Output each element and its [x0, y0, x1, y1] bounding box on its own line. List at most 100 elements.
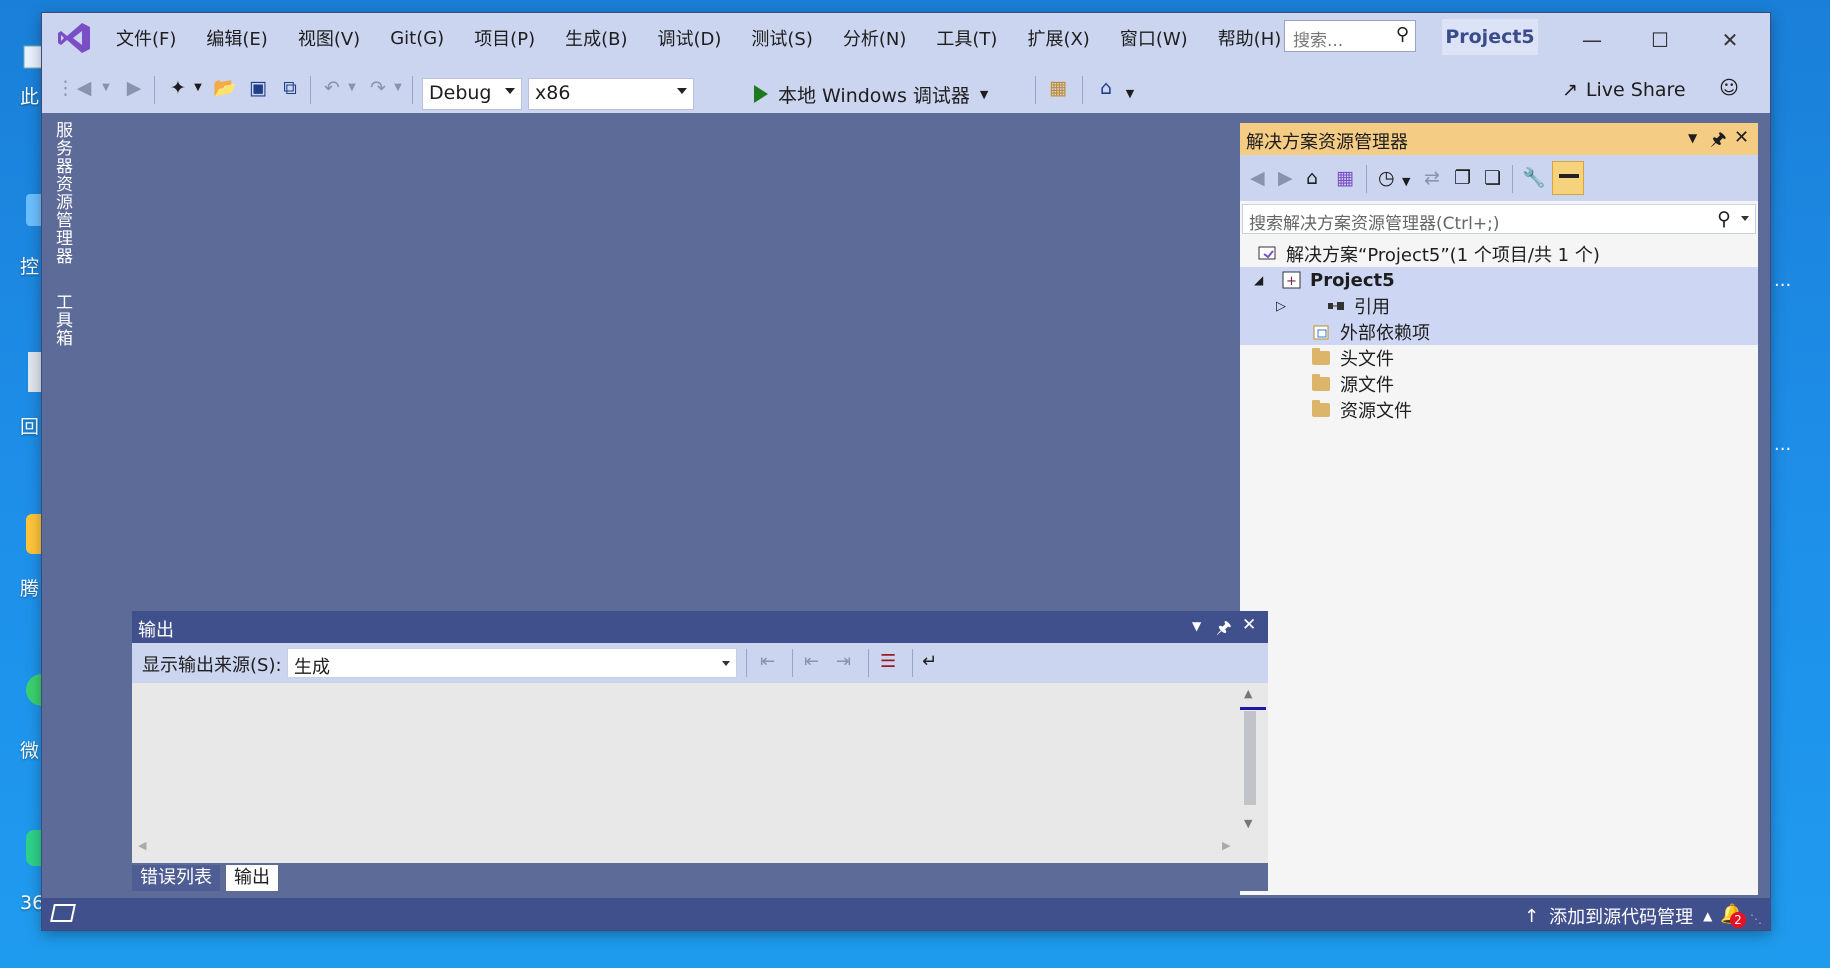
menu-project[interactable]: 项目(P)	[460, 25, 551, 51]
toolbar-separator	[412, 76, 413, 104]
menu-edit[interactable]: 编辑(E)	[192, 25, 283, 51]
toolbar-separator	[1082, 76, 1083, 104]
undo-dropdown-icon[interactable]: ▼	[346, 75, 358, 101]
ready-state-icon[interactable]	[50, 904, 76, 922]
tree-node-solution[interactable]: 解决方案“Project5”(1 个项目/共 1 个)	[1240, 241, 1758, 267]
notifications-button[interactable]: 🔔 2	[1720, 902, 1746, 928]
menu-tools[interactable]: 工具(T)	[922, 25, 1013, 51]
close-icon[interactable]: ✕	[1734, 127, 1749, 148]
desktop-right-mark: ...	[1774, 434, 1792, 455]
tab-output[interactable]: 输出	[226, 865, 278, 891]
pin-icon[interactable]: 🖈	[1216, 615, 1232, 644]
search-icon: ⚲	[1717, 208, 1731, 230]
chevron-down-icon[interactable]: ▼	[980, 88, 988, 101]
toolbar-overflow-icon[interactable]: ▼	[1124, 81, 1136, 107]
tree-node-external-dependencies[interactable]: 外部依赖项	[1240, 319, 1758, 345]
filter-dropdown-icon[interactable]: ▼	[1402, 169, 1410, 195]
new-project-dropdown-icon[interactable]: ▼	[192, 75, 204, 101]
show-all-files-icon[interactable]: ❏	[1484, 165, 1501, 191]
expanded-triangle-icon[interactable]: ◢	[1240, 273, 1282, 287]
window-position-dropdown-icon[interactable]: ▼	[1688, 131, 1697, 145]
scroll-up-icon[interactable]: ▲	[1244, 687, 1252, 700]
navigate-back-icon[interactable]: ◀	[72, 75, 96, 101]
side-tab-toolbox[interactable]: 工具箱	[50, 293, 75, 347]
tree-node-project[interactable]: ◢ + Project5	[1240, 267, 1758, 293]
go-to-next-message-icon[interactable]: ⇥	[836, 649, 851, 675]
pending-changes-filter-icon[interactable]: ◷	[1378, 165, 1395, 191]
live-share-button[interactable]: ↗ Live Share	[1562, 79, 1686, 101]
menu-extensions[interactable]: 扩展(X)	[1013, 25, 1105, 51]
collapse-all-icon[interactable]: ❐	[1454, 165, 1471, 191]
tree-node-source-files[interactable]: 源文件	[1240, 371, 1758, 397]
solution-configuration-select[interactable]: Debug	[422, 78, 522, 110]
grip-icon[interactable]: ⋮	[56, 75, 75, 101]
undo-icon[interactable]: ↶	[320, 75, 344, 101]
scroll-right-icon[interactable]: ▶	[1222, 839, 1230, 852]
navigate-forward-icon[interactable]: ▶	[122, 75, 146, 101]
scrollbar-thumb[interactable]	[1244, 711, 1256, 805]
find-message-in-code-icon[interactable]: ⇤	[760, 649, 775, 675]
open-file-icon[interactable]: 📂	[212, 75, 238, 101]
menu-build[interactable]: 生成(B)	[551, 25, 643, 51]
pin-icon[interactable]: 🖈	[1710, 127, 1727, 157]
minimize-button[interactable]: —	[1577, 25, 1607, 55]
solution-platform-select[interactable]: x86	[528, 78, 694, 110]
output-text-area[interactable]: ▲ ▼ ◀ ▶	[132, 683, 1268, 863]
new-project-icon[interactable]: ✦	[166, 75, 190, 101]
side-tab-server-explorer[interactable]: 服务器资源管理器	[50, 121, 75, 265]
find-in-files-icon[interactable]: ▦	[1044, 75, 1072, 101]
tree-node-references[interactable]: ▷ 引用	[1240, 293, 1758, 319]
feedback-person-icon[interactable]: ☺	[1716, 75, 1742, 101]
go-to-previous-message-icon[interactable]: ⇤	[804, 649, 819, 675]
save-icon[interactable]: ▣	[246, 75, 270, 101]
desktop-label: 微	[20, 740, 40, 762]
output-source-select[interactable]: 生成	[287, 648, 737, 678]
menu-window[interactable]: 窗口(W)	[1106, 25, 1204, 51]
horizontal-scrollbar[interactable]: ◀ ▶	[132, 839, 1242, 855]
browser-link-icon[interactable]: ⌂	[1092, 75, 1120, 101]
tree-node-header-files[interactable]: 头文件	[1240, 345, 1758, 371]
folder-icon	[1312, 374, 1330, 391]
menu-test[interactable]: 测试(S)	[737, 25, 828, 51]
solution-explorer-search-input[interactable]: 搜索解决方案资源管理器(Ctrl+;) ⚲	[1242, 204, 1756, 234]
preview-selected-items-button[interactable]	[1552, 161, 1584, 195]
redo-icon[interactable]: ↷	[366, 75, 390, 101]
maximize-button[interactable]: ☐	[1645, 25, 1675, 55]
tree-node-resource-files[interactable]: 资源文件	[1240, 397, 1758, 423]
global-search-input[interactable]: 搜索... ⚲	[1284, 20, 1416, 52]
visual-studio-logo-icon[interactable]	[57, 21, 91, 55]
window-position-dropdown-icon[interactable]: ▼	[1192, 619, 1201, 633]
back-icon[interactable]: ◀	[1250, 165, 1265, 191]
resize-grip-icon[interactable]: ⋱	[1750, 912, 1762, 926]
scroll-down-icon[interactable]: ▼	[1244, 817, 1252, 830]
output-panel: 输出 ▼ 🖈 ✕ 显示输出来源(S): 生成 ⇤ ⇤ ⇥ ☰ ↵ ▲ ▼ ◀ ▶…	[132, 611, 1268, 891]
forward-icon[interactable]: ▶	[1278, 165, 1293, 191]
menu-file[interactable]: 文件(F)	[102, 25, 192, 51]
close-icon[interactable]: ✕	[1242, 615, 1256, 635]
output-toolbar: 显示输出来源(S): 生成 ⇤ ⇤ ⇥ ☰ ↵	[132, 643, 1268, 683]
tab-error-list[interactable]: 错误列表	[132, 865, 220, 891]
menu-debug[interactable]: 调试(D)	[644, 25, 738, 51]
sync-with-document-icon[interactable]: ⇄	[1424, 165, 1440, 191]
title-bar: 文件(F) 编辑(E) 视图(V) Git(G) 项目(P) 生成(B) 调试(…	[42, 13, 1770, 63]
save-all-icon[interactable]: ⧉	[278, 75, 302, 101]
navigate-back-dropdown-icon[interactable]: ▼	[100, 75, 112, 101]
caret-marker	[1240, 707, 1266, 710]
tree-node-label: 引用	[1354, 297, 1390, 318]
clear-all-icon[interactable]: ☰	[880, 649, 896, 675]
source-control-button[interactable]: ↑ 添加到源代码管理 ▲	[1524, 903, 1712, 929]
redo-dropdown-icon[interactable]: ▼	[392, 75, 404, 101]
menu-view[interactable]: 视图(V)	[284, 25, 376, 51]
toggle-word-wrap-icon[interactable]: ↵	[922, 649, 937, 675]
toolbar-separator	[1035, 76, 1036, 104]
switch-views-icon[interactable]: ▦	[1336, 165, 1354, 191]
collapsed-triangle-icon[interactable]: ▷	[1240, 299, 1326, 314]
menu-analyze[interactable]: 分析(N)	[829, 25, 923, 51]
scroll-left-icon[interactable]: ◀	[138, 839, 146, 852]
close-button[interactable]: ✕	[1715, 25, 1745, 55]
menu-git[interactable]: Git(G)	[376, 28, 460, 49]
start-debugging-button[interactable]: 本地 Windows 调试器 ▼	[754, 79, 988, 109]
properties-wrench-icon[interactable]: 🔧	[1522, 165, 1546, 191]
search-options-dropdown-icon[interactable]	[1741, 216, 1749, 221]
home-icon[interactable]: ⌂	[1306, 165, 1318, 191]
